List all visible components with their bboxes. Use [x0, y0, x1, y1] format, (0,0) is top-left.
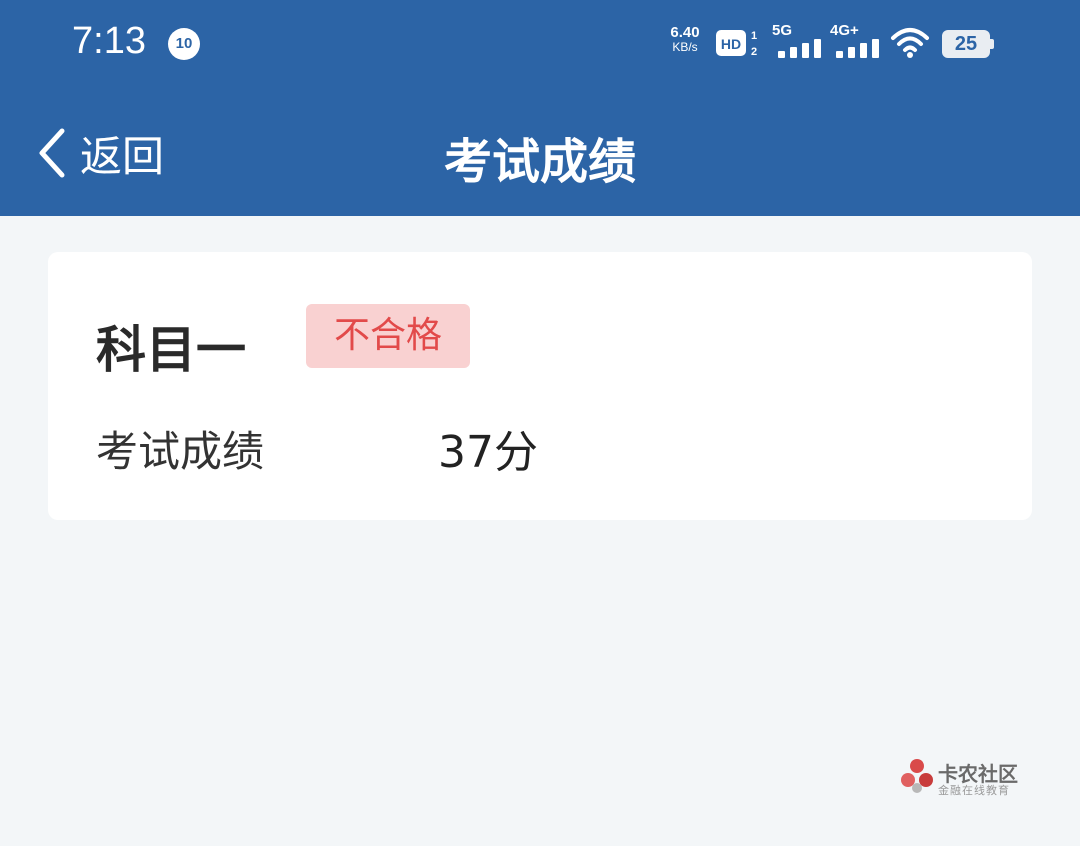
status-time: 7:13 — [72, 20, 146, 62]
score-label: 考试成绩 — [96, 427, 265, 476]
watermark-logo-icon — [901, 759, 933, 793]
battery-icon: 25 — [942, 30, 994, 58]
net-speed-value: 6.40 — [670, 24, 700, 41]
net-speed-unit: KB/s — [672, 40, 698, 54]
net-speed: 6.40 KB/s — [664, 24, 706, 54]
watermark: 卡农社区 金融在线教育 — [900, 758, 1030, 798]
subject-title: 科目一 — [96, 321, 246, 379]
battery-level: 25 — [942, 30, 990, 58]
status-badge: 不合格 — [306, 304, 470, 368]
svg-text:2: 2 — [751, 46, 757, 58]
hd-voice-icon: HD 1 2 — [716, 30, 757, 58]
signal-bars — [778, 36, 824, 58]
page-title: 考试成绩 — [443, 134, 636, 190]
top-bar: 7:13 10 6.40 KB/s HD 1 2 5G 4G+ 25 返回 考试… — [0, 0, 1080, 216]
wifi-icon — [891, 28, 929, 58]
notification-badge: 10 — [168, 28, 200, 60]
exam-result-card: 科目一 不合格 考试成绩 37分 — [48, 252, 1032, 520]
watermark-subtitle: 金融在线教育 — [938, 784, 1010, 797]
svg-text:1: 1 — [751, 30, 757, 42]
score-value: 37分 — [438, 427, 538, 478]
signal-bars — [836, 36, 882, 58]
svg-text:HD: HD — [721, 36, 741, 52]
